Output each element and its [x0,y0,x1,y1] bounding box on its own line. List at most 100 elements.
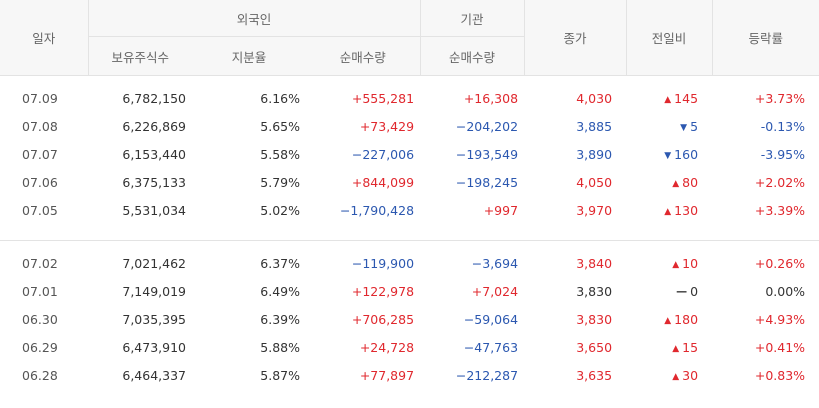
table-row: 07.02 7,021,462 6.37% −119,900 −3,694 3,840 ▲ 1… [0,249,819,277]
inst-net-cell: +16,308 [463,90,519,106]
rate-cell: +3.39% [754,202,806,218]
holding-cell: 5,531,034 [122,202,186,218]
date-cell: 07.05 [22,202,58,218]
foreign-net-cell: +555,281 [351,90,415,106]
inst-net-cell: −193,549 [455,146,519,162]
share-cell: 5.88% [260,339,300,355]
triangle-down-icon: ▼ [680,122,688,133]
header-date: 일자 [0,0,89,76]
table-row: 06.28 6,464,337 5.87% +77,897 −212,287 3,635 ▲… [0,361,819,389]
change-value: 160 [674,146,699,162]
triangle-up-icon: ▲ [672,259,680,270]
rate-cell: +0.26% [754,255,806,271]
change-value: 145 [674,90,699,106]
share-cell: 6.16% [260,90,300,106]
share-cell: 6.49% [260,283,300,299]
table-row: 06.29 6,473,910 5.88% +24,728 −47,763 3,650 ▲ 1… [0,333,819,361]
change-cell: ▲ 80 [626,168,712,196]
date-cell: 07.08 [22,118,58,134]
share-cell: 5.58% [260,146,300,162]
change-cell: ▲ 130 [626,196,712,224]
inst-net-cell: −3,694 [471,255,519,271]
change-cell: ▼ 160 [626,140,712,168]
table-body: 07.09 6,782,150 6.16% +555,281 +16,308 4,030 ▲… [0,76,819,390]
triangle-up-icon: ▲ [672,343,680,354]
foreign-net-cell: +24,728 [359,339,415,355]
triangle-up-icon: ▲ [672,178,680,189]
date-cell: 07.01 [22,283,58,299]
header-foreign-net: 순매수량 [306,36,421,76]
triangle-up-icon: ▲ [672,371,680,382]
share-cell: 6.39% [260,311,300,327]
spacer-row [0,241,819,249]
inst-net-cell: +7,024 [471,283,519,299]
rate-cell: +4.93% [754,311,806,327]
foreign-net-cell: +122,978 [351,283,415,299]
table-row: 07.05 5,531,034 5.02% −1,790,428 +997 3,970 ▲ 1… [0,196,819,224]
holding-cell: 6,153,440 [122,146,186,162]
date-cell: 06.29 [22,339,58,355]
rate-cell: +2.02% [754,174,806,190]
inst-net-cell: −198,245 [455,174,519,190]
rate-cell: 0.00% [765,283,806,299]
date-cell: 07.02 [22,255,58,271]
header-close: 종가 [524,0,627,76]
spacer-cell [0,241,819,249]
header-inst-net: 순매수량 [420,36,525,76]
holding-cell: 7,149,019 [122,283,186,299]
date-cell: 06.30 [22,311,58,327]
close-cell: 3,885 [576,118,613,134]
holding-cell: 6,375,133 [122,174,186,190]
table-row: 07.06 6,375,133 5.79% +844,099 −198,245 4,050… [0,168,819,196]
change-cell: ▲ 15 [626,333,712,361]
triangle-up-icon: ▲ [664,315,672,326]
share-cell: 5.02% [260,202,300,218]
close-cell: 3,840 [576,255,613,271]
holding-cell: 7,035,395 [122,311,186,327]
share-cell: 5.65% [260,118,300,134]
table-row: 07.08 6,226,869 5.65% +73,429 −204,202 3,885 ▼… [0,112,819,140]
close-cell: 3,635 [576,367,613,383]
holding-cell: 6,473,910 [122,339,186,355]
rate-cell: +3.73% [754,90,806,106]
gap-cell [0,224,819,241]
close-cell: 3,830 [576,283,613,299]
change-cell: ▲ 30 [626,361,712,389]
foreign-net-cell: −1,790,428 [339,202,415,218]
change-cell: ▲ 180 [626,305,712,333]
table-row: 06.30 7,035,395 6.39% +706,285 −59,064 3,830 ▲… [0,305,819,333]
close-cell: 3,970 [576,202,613,218]
holding-cell: 6,782,150 [122,90,186,106]
foreign-net-cell: −227,006 [351,146,415,162]
triangle-up-icon: ▲ [664,94,672,105]
gap-row [0,224,819,241]
change-cell: ▲ 10 [626,249,712,277]
date-cell: 07.09 [22,90,58,106]
rate-cell: +0.41% [754,339,806,355]
inst-net-cell: −212,287 [455,367,519,383]
foreign-net-cell: +73,429 [359,118,415,134]
header-institution: 기관 [420,0,525,37]
table-row: 07.09 6,782,150 6.16% +555,281 +16,308 4,030 ▲… [0,84,819,112]
header-foreign: 외국인 [88,0,421,37]
change-value: 10 [682,255,699,271]
triangle-up-icon: ▲ [664,206,672,217]
rate-cell: -0.13% [760,118,806,134]
foreign-net-cell: +844,099 [351,174,415,190]
change-value: 0 [690,283,699,299]
change-cell: ▼ 5 [626,112,712,140]
triangle-down-icon: ▼ [664,150,672,161]
change-value: 180 [674,311,699,327]
table-row: 07.07 6,153,440 5.58% −227,006 −193,549 3,890… [0,140,819,168]
holding-cell: 6,464,337 [122,367,186,383]
inst-net-cell: +997 [483,202,519,218]
inst-net-cell: −47,763 [463,339,519,355]
change-value: 5 [690,118,699,134]
close-cell: 4,050 [576,174,613,190]
close-cell: 3,650 [576,339,613,355]
date-cell: 06.28 [22,367,58,383]
investor-trading-table: 일자 외국인 기관 종가 전일비 등락률 보유주식수 지분율 순매수량 순매수량… [0,0,819,389]
close-cell: 3,830 [576,311,613,327]
table-header: 일자 외국인 기관 종가 전일비 등락률 보유주식수 지분율 순매수량 순매수량 [0,0,819,76]
table-row: 07.01 7,149,019 6.49% +122,978 +7,024 3,830—0… [0,277,819,305]
